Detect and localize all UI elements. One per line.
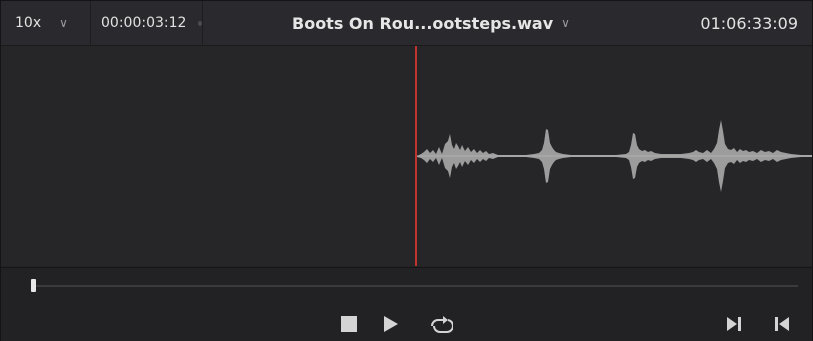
transport-bar [1,267,812,341]
play-button[interactable] [378,312,402,336]
scrub-bar[interactable] [33,285,798,287]
loop-button[interactable] [429,312,453,336]
playhead[interactable] [415,46,417,266]
clip-name-dropdown[interactable]: Boots On Rou...ootsteps.wav ∨ [292,1,570,45]
next-frame-button[interactable] [722,312,746,336]
status-dot-icon [198,20,202,26]
waveform-area[interactable] [1,46,812,266]
chevron-down-icon: ∨ [561,16,570,30]
previous-frame-icon [775,317,789,331]
next-frame-icon [727,317,741,331]
zoom-selector[interactable]: 10x ∨ [1,1,91,45]
audio-clip-viewer: 10x ∨ 00:00:03:12 Boots On Rou...ootstep… [0,0,813,341]
scrub-handle[interactable] [31,279,36,292]
zoom-value: 10x [15,15,42,31]
loop-icon [431,316,453,333]
record-timecode[interactable]: 01:06:33:09 [700,1,798,45]
waveform [417,120,812,192]
play-icon [384,316,398,332]
previous-frame-button[interactable] [770,312,794,336]
stop-icon [341,316,357,332]
source-timecode-value: 00:00:03:12 [101,15,187,31]
source-timecode[interactable]: 00:00:03:12 [91,1,203,45]
record-timecode-value: 01:06:33:09 [700,13,798,33]
clip-name: Boots On Rou...ootsteps.wav [292,13,554,33]
stop-button[interactable] [337,312,361,336]
chevron-down-icon: ∨ [59,16,68,30]
